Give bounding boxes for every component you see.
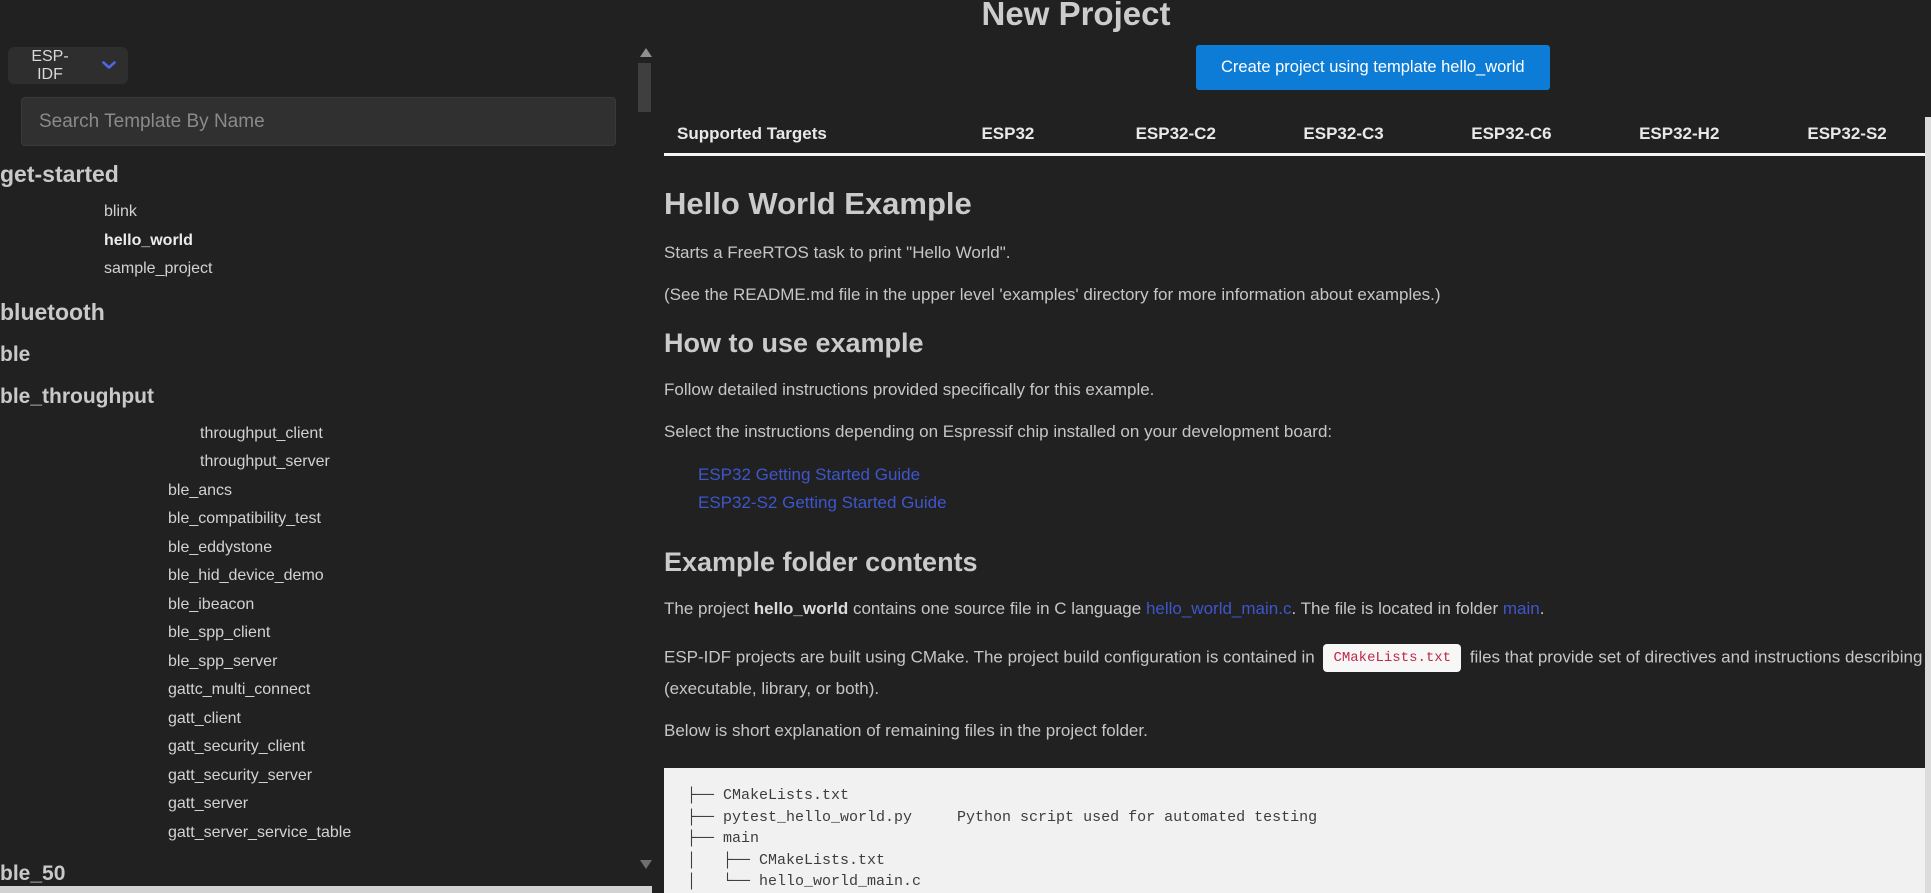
tree-item[interactable]: ble_hid_device_demo: [168, 562, 630, 591]
getting-started-link[interactable]: ESP32-S2 Getting Started Guide: [698, 489, 1931, 517]
target-chip: ESP32-S2: [1763, 124, 1931, 144]
main-folder-link[interactable]: main: [1503, 599, 1540, 618]
templates-sidebar: ESP-IDF get-started blinkhello_worldsampl…: [0, 0, 660, 893]
target-chip: ESP32-C3: [1260, 124, 1428, 144]
supported-targets-row: Supported Targets ESP32ESP32-C2ESP32-C3E…: [664, 114, 1931, 153]
tree-item[interactable]: gatt_server_service_table: [168, 819, 630, 848]
tree-item[interactable]: ble: [0, 340, 630, 370]
tree-item[interactable]: ble_50: [0, 859, 630, 885]
readme-cmake-line2: (executable, library, or both).: [664, 678, 1931, 700]
tree-item[interactable]: gatt_security_server: [168, 762, 630, 791]
tree-item[interactable]: ble_spp_server: [168, 648, 630, 677]
readme-intro: Starts a FreeRTOS task to print "Hello W…: [664, 242, 1931, 264]
tree-item[interactable]: gatt_security_client: [168, 733, 630, 762]
code-line: ├── CMakeLists.txt: [687, 785, 1931, 807]
tree-item[interactable]: hello_world: [104, 227, 630, 256]
tree-item[interactable]: throughput_client: [200, 420, 630, 449]
scroll-up-icon[interactable]: [640, 48, 652, 57]
readme-select: Select the instructions depending on Esp…: [664, 421, 1931, 443]
framework-dropdown-value: ESP-IDF: [20, 48, 80, 84]
targets-divider: [664, 153, 1931, 156]
code-line: │ ├── CMakeLists.txt: [687, 850, 1931, 872]
main-scrollbar[interactable]: [1925, 117, 1931, 893]
tree-item[interactable]: bluetooth: [0, 296, 630, 328]
supported-targets-label: Supported Targets: [664, 124, 924, 144]
guide-links: ESP32 Getting Started GuideESP32-S2 Gett…: [664, 461, 1931, 517]
readme-below: Below is short explanation of remaining …: [664, 720, 1931, 742]
tree-item[interactable]: blink: [104, 198, 630, 227]
readme-see-note: (See the README.md file in the upper lev…: [664, 284, 1931, 306]
target-chip: ESP32-H2: [1595, 124, 1763, 144]
code-line: ├── pytest_hello_world.py Python script …: [687, 807, 1931, 829]
target-chip: ESP32-C2: [1092, 124, 1260, 144]
tree-item[interactable]: gatt_server: [168, 790, 630, 819]
tree-item[interactable]: ble_spp_client: [168, 619, 630, 648]
tree-item[interactable]: throughput_server: [200, 448, 630, 477]
hello-world-main-link[interactable]: hello_world_main.c: [1146, 599, 1292, 618]
template-tree: get-started blinkhello_worldsample_projec…: [0, 146, 630, 885]
chevron-down-icon: [102, 61, 116, 70]
readme-project-line: The project hello_world contains one sou…: [664, 598, 1931, 620]
readme-follow: Follow detailed instructions provided sp…: [664, 379, 1931, 401]
tree-item[interactable]: sample_project: [104, 255, 630, 284]
tree-item[interactable]: gattc_multi_connect: [168, 676, 630, 705]
tree-item[interactable]: ble_ibeacon: [168, 591, 630, 620]
readme-h2-contents: Example folder contents: [664, 547, 1931, 578]
tree-item[interactable]: ble_ancs: [168, 477, 630, 506]
readme-cmake-line: ESP-IDF projects are built using CMake. …: [664, 644, 1931, 672]
cmakelists-code-badge: CMakeLists.txt: [1323, 644, 1461, 672]
target-chip: ESP32: [924, 124, 1092, 144]
getting-started-link[interactable]: ESP32 Getting Started Guide: [698, 461, 1931, 489]
tree-item[interactable]: gatt_client: [168, 705, 630, 734]
readme-h2-usage: How to use example: [664, 328, 1931, 359]
target-chip: ESP32-C6: [1427, 124, 1595, 144]
sidebar-horizontal-scrollbar[interactable]: [0, 886, 652, 893]
tree-item[interactable]: ble_throughput: [0, 382, 630, 412]
code-line: │ └── hello_world_main.c: [687, 871, 1931, 893]
readme-content: Hello World Example Starts a FreeRTOS ta…: [664, 170, 1931, 893]
tree-item[interactable]: ble_eddystone: [168, 534, 630, 563]
readme-h1: Hello World Example: [664, 186, 1931, 222]
create-project-button[interactable]: Create project using template hello_worl…: [1196, 45, 1550, 90]
code-line: ├── main: [687, 828, 1931, 850]
folder-tree-code-block: ├── CMakeLists.txt├── pytest_hello_world…: [664, 768, 1931, 893]
tree-item[interactable]: get-started: [0, 158, 630, 190]
framework-dropdown[interactable]: ESP-IDF: [8, 47, 128, 84]
new-project-panel: New Project Create project using templat…: [660, 0, 1931, 893]
search-input[interactable]: [21, 97, 616, 146]
sidebar-scrollbar-thumb[interactable]: [638, 63, 651, 112]
page-title: New Project: [982, 0, 1171, 33]
tree-item[interactable]: ble_compatibility_test: [168, 505, 630, 534]
scroll-down-icon[interactable]: [640, 860, 652, 869]
